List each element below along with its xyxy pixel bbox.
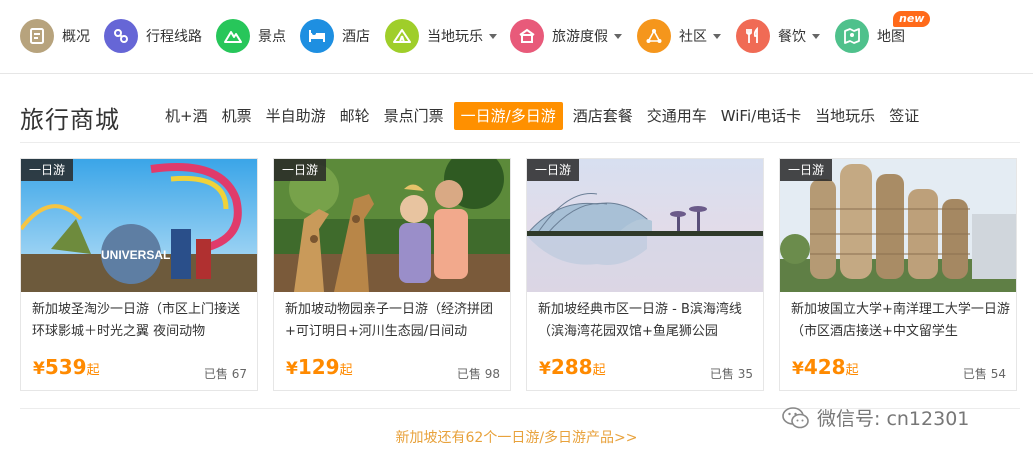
nav-item-vacation[interactable]: 旅游度假 [510,18,622,54]
divider [20,142,1020,143]
nav-item-community[interactable]: 社区 [637,18,721,54]
tour-type-tag: 一日游 [527,159,580,181]
tab-visa[interactable]: 签证 [882,102,926,130]
overview-doc-icon [20,19,54,53]
mountain-icon [216,19,250,53]
tab-local-fun[interactable]: 当地玩乐 [808,102,882,130]
nav-label: 行程线路 [146,29,202,45]
tab-semi-guided[interactable]: 半自助游 [259,102,333,130]
tent-icon [385,19,419,53]
price-suffix: 起 [845,363,859,378]
currency-symbol: ¥ [792,359,804,379]
currency-symbol: ¥ [33,359,45,379]
sold-count: 已售 35 [709,367,753,381]
tour-type-tag: 一日游 [21,159,74,181]
tab-attraction-tickets[interactable]: 景点门票 [377,102,451,130]
nav-item-attractions[interactable]: 景点 [216,18,286,54]
vacation-icon [510,19,544,53]
product-title[interactable]: 新加坡圣淘沙一日游（市区上门接送 环球影城＋时光之翼 夜间动物 [32,299,252,343]
tab-wifi-sim[interactable]: WiFi/电话卡 [714,102,808,130]
nav-item-overview[interactable]: 概况 [20,18,90,54]
nav-item-dining[interactable]: 餐饮 [736,18,820,54]
chevron-down-icon [713,33,721,39]
tour-type-tag: 一日游 [274,159,327,181]
price: ¥428起 [792,355,859,379]
nav-label: 酒店 [342,29,370,45]
product-card[interactable]: UNIVERSAL 一日游 新加坡圣淘沙一日游（市区上门接送 环球影城＋时光之翼… [20,158,258,391]
price-value: 129 [297,355,340,379]
product-title[interactable]: 新加坡国立大学+南洋理工大学一日游（市区酒店接送+中文留学生 [791,299,1011,343]
nav-label: 地图 [877,29,905,45]
nav-item-map[interactable]: 地图 new [835,11,931,54]
price-suffix: 起 [86,363,100,378]
nav-item-hotels[interactable]: 酒店 [300,18,370,54]
tab-transport[interactable]: 交通用车 [640,102,714,130]
sold-count: 已售 98 [456,367,500,381]
sold-count: 已售 54 [962,367,1006,381]
chevron-down-icon [489,33,497,39]
nav-item-routes[interactable]: 行程线路 [104,18,202,54]
product-card[interactable]: 一日游 新加坡动物园亲子一日游（经济拼团+可订明日+河川生态园/日间动 ¥129… [273,158,511,391]
price: ¥539起 [33,355,100,379]
product-card[interactable]: 一日游 新加坡经典市区一日游 - B滨海湾线（滨海湾花园双馆+鱼尾狮公园 ¥28… [526,158,764,391]
nav-label: 社区 [679,29,707,45]
gardens-by-the-bay-photo[interactable]: 一日游 [527,159,763,292]
new-badge: new [893,11,931,27]
product-title[interactable]: 新加坡动物园亲子一日游（经济拼团+可订明日+河川生态园/日间动 [285,299,505,343]
utensils-icon [736,19,770,53]
chevron-down-icon [614,33,622,39]
top-navigation: 概况 行程线路 景点 酒店 当地玩乐 旅游度假 社区 餐饮 地图 new [0,0,1033,74]
nav-label: 概况 [62,29,90,45]
price-value: 539 [44,355,87,379]
nav-label: 旅游度假 [552,29,608,45]
price-suffix: 起 [339,363,353,378]
community-icon [637,19,671,53]
nav-label: 餐饮 [778,29,806,45]
price-value: 288 [550,355,593,379]
bed-icon [300,19,334,53]
nav-label: 当地玩乐 [427,29,483,45]
theme-park-photo[interactable]: UNIVERSAL 一日游 [21,159,257,292]
product-title[interactable]: 新加坡经典市区一日游 - B滨海湾线（滨海湾花园双馆+鱼尾狮公园 [538,299,758,343]
product-card[interactable]: 一日游 新加坡国立大学+南洋理工大学一日游（市区酒店接送+中文留学生 ¥428起… [779,158,1017,391]
route-icon [104,19,138,53]
more-products-link[interactable]: 新加坡还有62个一日游/多日游产品>> [0,427,1033,447]
giraffe-zoo-photo[interactable]: 一日游 [274,159,510,292]
currency-symbol: ¥ [286,359,298,379]
nav-item-local-fun[interactable]: 当地玩乐 [385,18,497,54]
sold-count: 已售 67 [203,367,247,381]
tab-hotel-packages[interactable]: 酒店套餐 [566,102,640,130]
map-icon [835,19,869,53]
price-value: 428 [803,355,846,379]
price: ¥129起 [286,355,353,379]
price: ¥288起 [539,355,606,379]
tour-type-tag: 一日游 [780,159,833,181]
svg-text:UNIVERSAL: UNIVERSAL [101,248,170,262]
nav-label: 景点 [258,29,286,45]
chevron-down-icon [812,33,820,39]
university-building-photo[interactable]: 一日游 [780,159,1016,292]
tab-day-tours[interactable]: 一日游/多日游 [453,102,563,130]
category-tabs: 机+酒 机票 半自助游 邮轮 景点门票 一日游/多日游 酒店套餐 交通用车 Wi… [158,102,926,130]
section-title: 旅行商城 [20,106,120,134]
currency-symbol: ¥ [539,359,551,379]
tab-flight-hotel[interactable]: 机+酒 [158,102,215,130]
tab-flights[interactable]: 机票 [215,102,259,130]
price-suffix: 起 [592,363,606,378]
tab-cruise[interactable]: 邮轮 [333,102,377,130]
